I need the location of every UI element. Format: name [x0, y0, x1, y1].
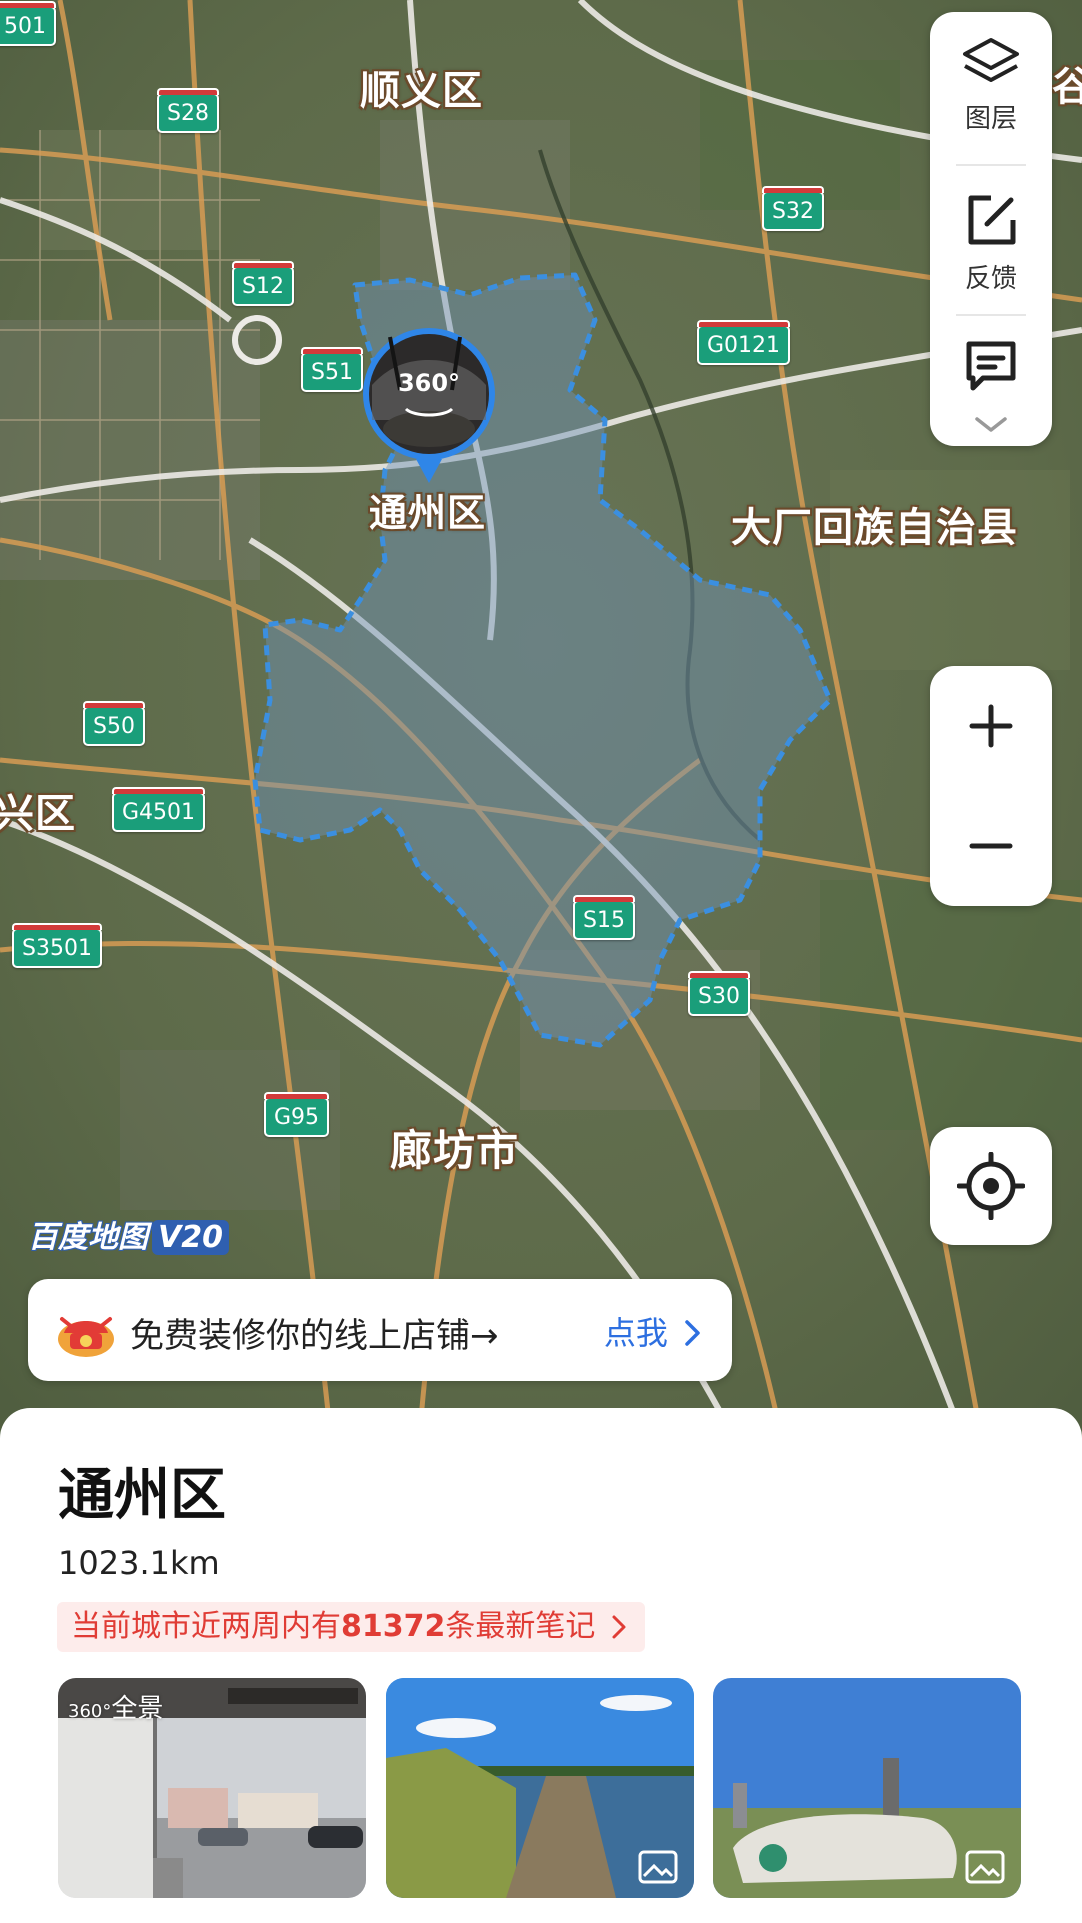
watermark-brand: 百度地图 [28, 1220, 148, 1255]
map-tools-panel: 图层 反馈 [930, 12, 1052, 446]
watermark-version: V20 [152, 1220, 229, 1255]
place-title: 通州区 [58, 1463, 226, 1528]
minus-icon [969, 843, 1013, 849]
promo-link-label: 点我 [603, 1314, 668, 1352]
road-shield: S30 [688, 971, 750, 1016]
layers-label: 图层 [964, 104, 1017, 134]
road-shield: 501 [0, 1, 56, 46]
road-shield: S50 [83, 701, 145, 746]
notes-link[interactable]: 当前城市近两周内有81372条最新笔记 [57, 1602, 645, 1652]
road-shield: S12 [232, 261, 294, 306]
image-icon [965, 1850, 1005, 1884]
photo-thumbnail-lake[interactable] [386, 1678, 694, 1898]
divider [956, 164, 1026, 166]
panorama-tag-label: 全景 [111, 1694, 164, 1724]
promo-link[interactable]: 点我 [604, 1308, 702, 1354]
image-icon [638, 1850, 678, 1884]
place-label-langfang[interactable]: 廊坊市 [390, 1117, 519, 1178]
notes-suffix: 条最新笔记 [445, 1609, 596, 1644]
road-shield: G0121 [697, 320, 791, 365]
place-label-partial-right[interactable]: 谷 [1052, 54, 1082, 112]
message-icon [966, 341, 1016, 391]
place-detail-sheet[interactable]: 通州区 1023.1km 当前城市近两周内有81372条最新笔记 360°全景 [0, 1408, 1082, 1923]
place-area: 1023.1km [58, 1544, 220, 1582]
layers-button[interactable]: 图层 [930, 34, 1052, 135]
photo-thumbnail-panorama[interactable]: 360°全景 [58, 1678, 366, 1898]
layers-icon [963, 38, 1019, 82]
locate-me-button[interactable] [930, 1127, 1052, 1245]
promo-banner[interactable]: 免费装修你的线上店铺→ 点我 [28, 1279, 732, 1381]
road-shield: S51 [301, 347, 363, 392]
photo-thumbnail-park[interactable] [713, 1678, 1021, 1898]
road-shield: S32 [762, 186, 824, 231]
place-label-daxing-partial[interactable]: 兴区 [0, 781, 76, 839]
plus-icon [969, 704, 1013, 748]
road-shield: S3501 [12, 923, 102, 968]
notes-prefix: 当前城市近两周内有 [71, 1609, 341, 1644]
zoom-out-button[interactable] [930, 786, 1052, 906]
panorama-marker-label: 360° [397, 369, 461, 397]
feedback-button[interactable]: 反馈 [930, 190, 1052, 295]
expand-tools-button[interactable] [930, 416, 1052, 438]
panorama-tag: 360°全景 [68, 1688, 163, 1725]
locate-icon [957, 1152, 1025, 1220]
road-shield: S28 [157, 88, 219, 133]
gift-icon [58, 1317, 114, 1357]
road-shield: S15 [573, 895, 635, 940]
message-button[interactable] [930, 338, 1052, 398]
map-watermark: 百度地图 V20 [28, 1212, 229, 1256]
place-label-tongzhou[interactable]: 通州区 [369, 482, 486, 537]
road-shield: G4501 [112, 787, 206, 832]
chevron-down-icon [975, 417, 1007, 432]
notes-count: 81372 [341, 1609, 446, 1644]
panorama-marker[interactable]: 360° [360, 325, 498, 485]
chevron-right-icon [685, 1320, 700, 1346]
place-label-dachang[interactable]: 大厂回族自治县 [731, 495, 1018, 553]
divider [956, 314, 1026, 316]
promo-text: 免费装修你的线上店铺→ [130, 1316, 499, 1356]
chevron-right-icon [612, 1615, 626, 1639]
road-shield: G95 [264, 1092, 330, 1137]
edit-icon [968, 195, 1016, 245]
feedback-label: 反馈 [964, 264, 1017, 294]
panorama-pin-icon [363, 328, 495, 483]
zoom-in-button[interactable] [930, 666, 1052, 786]
place-label-shunyi[interactable]: 顺义区 [360, 58, 483, 116]
zoom-controls [930, 666, 1052, 906]
panorama-tag-prefix: 360° [68, 1701, 112, 1722]
